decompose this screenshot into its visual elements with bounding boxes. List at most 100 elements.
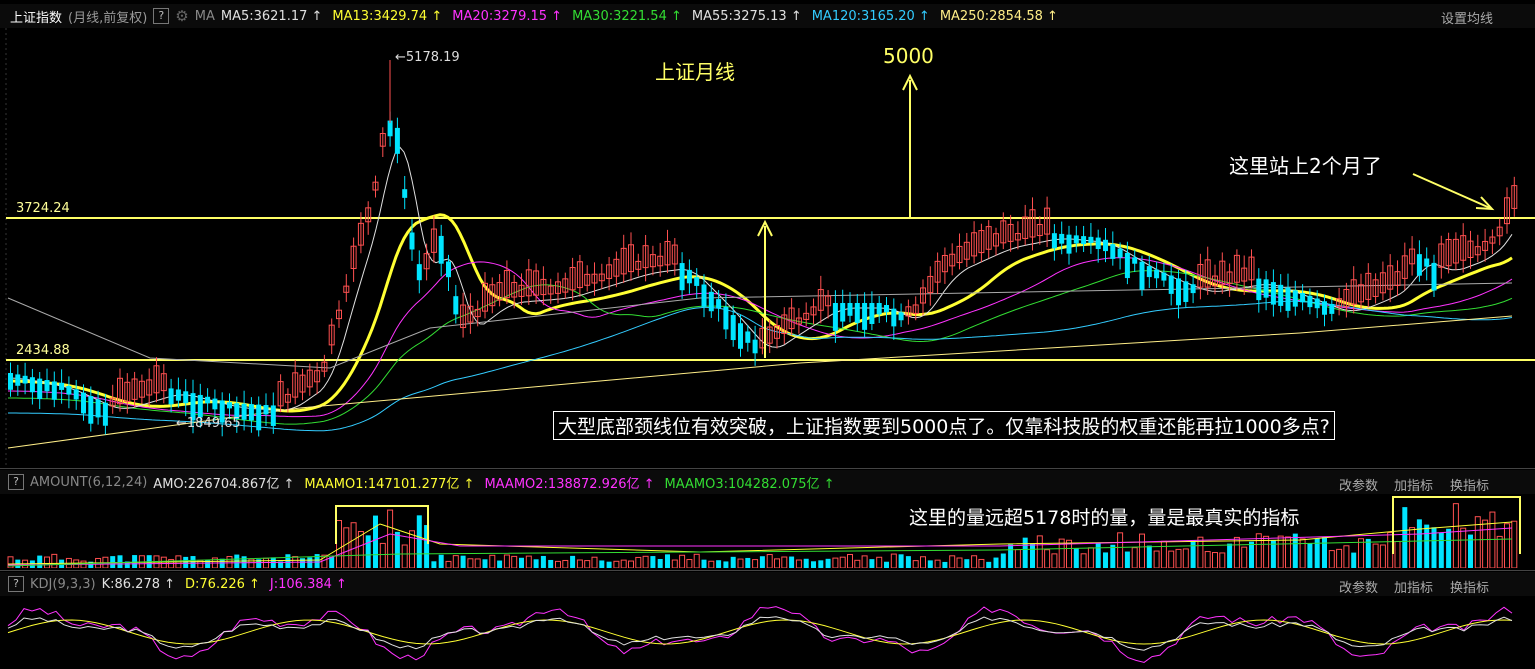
volume-bar-down bbox=[519, 557, 524, 568]
candle-down bbox=[847, 303, 853, 316]
volume-chart[interactable] bbox=[0, 494, 1535, 568]
volume-bar-up bbox=[861, 555, 868, 568]
candle-down bbox=[168, 388, 174, 405]
volume-bar-up bbox=[336, 520, 342, 568]
candle-down bbox=[876, 303, 882, 315]
volume-bar-up bbox=[1036, 535, 1043, 568]
volume-bar-up bbox=[620, 559, 627, 568]
amount-params-button[interactable]: 改参数 bbox=[1339, 475, 1378, 494]
volume-bar-down bbox=[1307, 543, 1313, 568]
volume-bar-down bbox=[1416, 519, 1422, 568]
volume-bar-up bbox=[1139, 533, 1145, 568]
volume-bar-up bbox=[934, 559, 941, 568]
candle-down bbox=[241, 403, 247, 420]
candle-down bbox=[1103, 239, 1108, 252]
candle-down bbox=[416, 264, 422, 281]
volume-bar-up bbox=[584, 560, 591, 568]
kdj-add-button[interactable]: 加指标 bbox=[1394, 577, 1433, 596]
volume-bar-down bbox=[650, 556, 656, 568]
kdj-chart[interactable] bbox=[0, 596, 1535, 669]
volume-bar-down bbox=[110, 556, 116, 568]
volume-bar-up bbox=[1394, 540, 1401, 568]
candle-down bbox=[738, 323, 743, 349]
kdj-help-button[interactable]: ? bbox=[8, 576, 24, 592]
volume-bar-up bbox=[642, 555, 649, 568]
price-chart[interactable] bbox=[0, 28, 1535, 466]
candle-down bbox=[1154, 269, 1160, 279]
amount-help-button[interactable]: ? bbox=[8, 474, 24, 490]
volume-bar-up bbox=[379, 542, 386, 568]
volume-bar-down bbox=[183, 556, 189, 568]
volume-bar-down bbox=[460, 555, 466, 568]
kdj-indicator-value: D:76.226 ↑ bbox=[185, 576, 260, 592]
volume-bar-up bbox=[1387, 532, 1394, 568]
candle-down bbox=[832, 303, 838, 331]
volume-bar-down bbox=[373, 515, 378, 568]
volume-bar-up bbox=[44, 556, 50, 568]
volume-bar-down bbox=[942, 561, 948, 568]
hold-annotation: 这里站上2个月了 bbox=[1229, 154, 1382, 178]
amount-add-button[interactable]: 加指标 bbox=[1394, 475, 1433, 494]
candle-down bbox=[1161, 272, 1167, 281]
ma-settings-button[interactable]: 设置均线 bbox=[1441, 8, 1493, 27]
candle-down bbox=[1095, 237, 1101, 250]
gear-icon[interactable]: ⚙ bbox=[175, 7, 188, 25]
volume-bar-up bbox=[343, 527, 350, 568]
volume-bar-up bbox=[1087, 547, 1094, 568]
ma5-line bbox=[7, 146, 1513, 411]
divider bbox=[0, 570, 1535, 571]
amount-indicators: AMO:226704.867亿 ↑ MAAMO1:147101.277亿 ↑ MAA… bbox=[153, 473, 844, 492]
volume-bar-down bbox=[285, 554, 291, 568]
volume-bar-down bbox=[132, 555, 138, 568]
help-button[interactable]: ? bbox=[153, 8, 170, 24]
candle-down bbox=[1300, 293, 1306, 303]
volume-bar-up bbox=[774, 558, 780, 568]
volume-bar-down bbox=[811, 561, 816, 568]
volume-bar-up bbox=[1212, 552, 1218, 568]
volume-bar-up bbox=[1452, 503, 1459, 568]
candle-down bbox=[51, 381, 57, 400]
volume-bar-up bbox=[1175, 548, 1182, 568]
candle-down bbox=[701, 284, 707, 307]
kdj-params-button[interactable]: 改参数 bbox=[1339, 577, 1378, 596]
candle-down bbox=[1088, 236, 1094, 243]
volume-bar-up bbox=[1080, 553, 1087, 568]
candle-down bbox=[854, 303, 860, 323]
volume-bar-down bbox=[29, 560, 35, 568]
amount-header: ? AMOUNT(6,12,24) AMO:226704.867亿 ↑ MAAMO… bbox=[0, 470, 1535, 494]
volume-bar-up bbox=[591, 556, 598, 568]
candle-down bbox=[1051, 233, 1057, 249]
volume-bar-up bbox=[387, 509, 394, 568]
candle-down bbox=[869, 303, 875, 324]
level-top-label: 3724.24 bbox=[16, 201, 70, 216]
candle-down bbox=[73, 389, 79, 400]
volume-bar-up bbox=[978, 558, 985, 568]
candle-down bbox=[446, 261, 451, 278]
candle-down bbox=[59, 382, 65, 390]
candle-down bbox=[453, 296, 459, 315]
volume-bar-down bbox=[540, 555, 546, 568]
volume-bar-up bbox=[51, 553, 58, 568]
volume-bar-up bbox=[613, 560, 620, 568]
amount-swap-button[interactable]: 换指标 bbox=[1450, 475, 1489, 494]
volume-bar-up bbox=[1285, 536, 1291, 568]
volume-bar-down bbox=[1008, 544, 1014, 568]
candle-down bbox=[256, 404, 262, 431]
candle-down bbox=[898, 312, 904, 321]
index-title[interactable]: 上证指数 bbox=[10, 7, 62, 26]
volume-bar-down bbox=[1022, 537, 1028, 568]
volume-bar-up bbox=[1219, 552, 1226, 568]
volume-bar-up bbox=[1460, 527, 1467, 568]
kdj-swap-button[interactable]: 换指标 bbox=[1450, 577, 1489, 596]
amount-indicator-value: MAAMO1:147101.277亿 ↑ bbox=[304, 476, 475, 492]
candle-down bbox=[227, 402, 232, 409]
candle-down bbox=[1081, 236, 1087, 245]
volume-bar-down bbox=[599, 560, 605, 568]
volume-bar-up bbox=[503, 554, 510, 568]
candle-down bbox=[723, 306, 729, 330]
candle-down bbox=[1073, 235, 1079, 244]
volume-bar-down bbox=[394, 531, 400, 568]
volume-bar-up bbox=[795, 559, 802, 568]
candle-down bbox=[402, 189, 408, 198]
volume-bar-up bbox=[525, 555, 532, 568]
